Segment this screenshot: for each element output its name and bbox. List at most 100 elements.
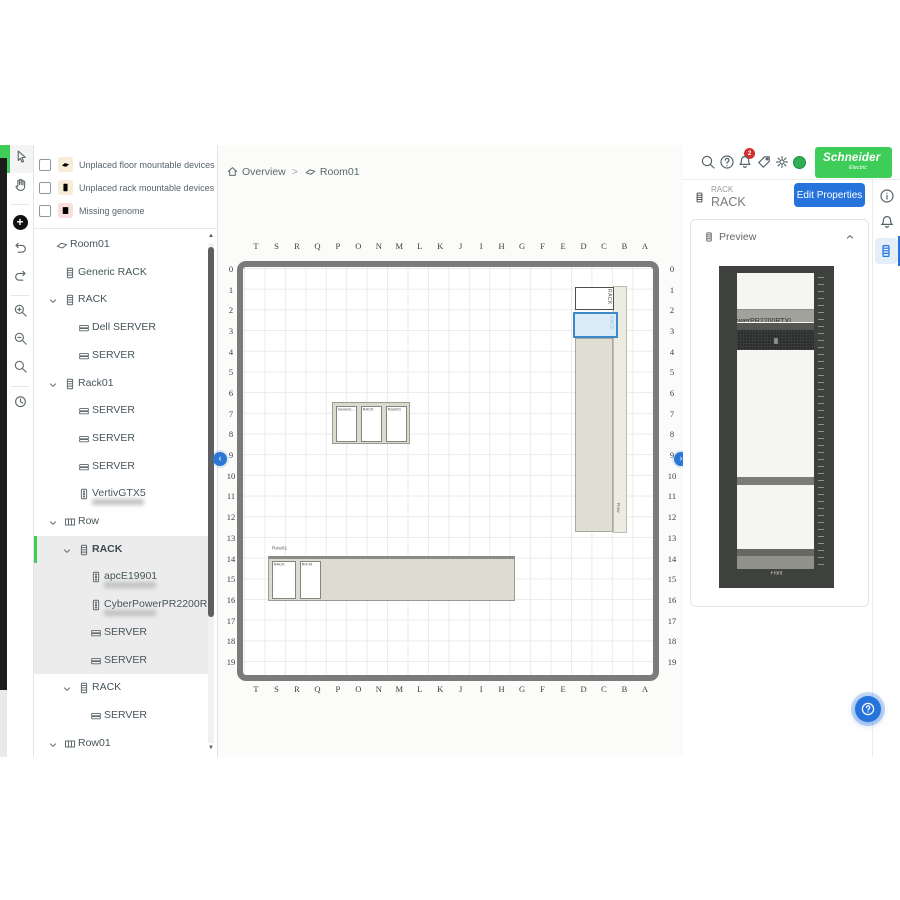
tree-item-generic-rack[interactable]: Generic RACK	[34, 259, 210, 287]
u-position-tick	[818, 501, 824, 502]
search-icon[interactable]	[700, 154, 716, 170]
tree-item-room01[interactable]: Room01	[34, 231, 210, 259]
tree-item-vertivgtx5[interactable]: VertivGTX5	[34, 480, 210, 508]
tree-item-apce19901[interactable]: apcE19901	[34, 563, 210, 591]
tool-add-button[interactable]: +	[7, 208, 33, 236]
grid-scale-label: Q	[310, 684, 324, 694]
rack-object[interactable]: Rack01	[386, 406, 407, 442]
tree-item-server[interactable]: SERVER	[34, 425, 210, 453]
chevron-down-icon[interactable]	[47, 294, 59, 306]
zoom-in-icon	[13, 303, 28, 323]
preview-header[interactable]: Preview	[691, 220, 868, 252]
tree-item-rack01[interactable]: Rack01	[34, 370, 210, 398]
tree-item-server[interactable]: SERVER	[34, 453, 210, 481]
tool-undo-button[interactable]	[7, 236, 33, 264]
u-position-tick	[818, 347, 824, 348]
page-scrollbar[interactable]	[0, 145, 7, 757]
chevron-down-icon[interactable]	[61, 544, 73, 556]
grid-scale-label: 7	[665, 409, 679, 419]
alarm-bell-icon[interactable]	[879, 214, 895, 230]
device-type-label: RACK	[711, 185, 733, 194]
tree-item-server[interactable]: SERVER	[34, 619, 210, 647]
tree-item-label: Dell SERVER	[92, 321, 156, 333]
page-scrollbar-thumb[interactable]	[0, 158, 7, 690]
scroll-up-icon[interactable]: ▲	[207, 233, 215, 239]
tool-zoom-in-button[interactable]	[7, 299, 33, 327]
rack-device-apce19901[interactable]: apcE19901	[737, 549, 814, 569]
tree-item-server[interactable]: SERVER	[34, 647, 210, 675]
rack-object[interactable]: RACK	[272, 561, 296, 599]
grid-scale-label: 13	[665, 533, 679, 543]
tree-item-server[interactable]: SERVER	[34, 397, 210, 425]
collapse-left-panel-handle[interactable]: ‹	[213, 452, 227, 466]
tree-item-cyberpowerpr2200r-[interactable]: CyberPowerPR2200R...	[34, 591, 210, 619]
chevron-down-icon[interactable]	[61, 682, 73, 694]
rack-object[interactable]: RH-bf	[300, 561, 321, 599]
grid-scale-label: T	[249, 684, 263, 694]
tool-select-button[interactable]	[7, 145, 33, 173]
tree-item-rack[interactable]: RACK	[34, 674, 210, 702]
tree-item-rack[interactable]: RACK	[34, 286, 210, 314]
device-name: RACK	[711, 195, 746, 209]
tree-item-row01[interactable]: Row01	[34, 730, 210, 757]
tab-rack-preview-active[interactable]	[875, 238, 898, 264]
grid-scale-label: 1	[665, 285, 679, 295]
filter-list: Unplaced floor mountable devicesUnplaced…	[34, 153, 217, 222]
gear-icon[interactable]	[774, 154, 790, 170]
u-position-tick	[818, 424, 824, 425]
checkbox[interactable]	[39, 205, 51, 217]
chevron-up-icon[interactable]	[844, 230, 856, 242]
rack-object-label: RACK	[606, 289, 612, 305]
info-icon[interactable]	[879, 188, 895, 204]
rack-object[interactable]: RACK	[575, 287, 614, 310]
tree-item-server[interactable]: SERVER	[34, 342, 210, 370]
server-icon	[89, 654, 103, 668]
rack-object[interactable]: Generic...	[336, 406, 357, 442]
grid-scale-label: 2	[665, 305, 679, 315]
tree-item-label: Generic RACK	[78, 266, 147, 278]
tool-zoom-reset-button[interactable]	[7, 355, 33, 383]
u-position-tick	[818, 473, 824, 474]
rack-device-server[interactable]: SERVER	[737, 323, 814, 350]
schneider-electric-logo[interactable]: Schneider Electric	[815, 147, 892, 178]
tool-zoom-out-button[interactable]	[7, 327, 33, 355]
help-floating-button[interactable]	[855, 696, 881, 722]
u-position-tick	[818, 543, 824, 544]
rack-cluster[interactable]: Generic...RACKRack01	[332, 402, 410, 444]
hand-icon	[13, 177, 28, 197]
tool-pan-button[interactable]	[7, 173, 33, 201]
floor-plan-canvas[interactable]: Overview > Room01 TTSSRRQQPPOONNMMLLKKJJ…	[218, 145, 683, 757]
tree-item-row[interactable]: Row	[34, 508, 210, 536]
tree-item-dell-server[interactable]: Dell SERVER	[34, 314, 210, 342]
rack-row-body[interactable]	[575, 338, 613, 532]
rack-device-cyberpowerpr2200rtxl[interactable]: CyberPowerPR2200RTXL	[737, 309, 814, 322]
undo-icon	[13, 240, 28, 260]
tag-icon[interactable]	[756, 154, 772, 170]
tree-scrollbar[interactable]: ▲ ▼	[207, 233, 215, 753]
grid-scale-label: 6	[665, 388, 679, 398]
grid-scale-label: 12	[224, 512, 238, 522]
chevron-down-icon[interactable]	[47, 738, 59, 750]
u-position-tick	[818, 375, 824, 376]
breadcrumb-overview-link[interactable]: Overview	[242, 166, 286, 178]
edit-properties-button[interactable]: Edit Properties	[794, 183, 865, 207]
rack-device-server[interactable]: SERVER	[737, 477, 814, 485]
chevron-down-icon[interactable]	[47, 516, 59, 528]
tool-history-button[interactable]	[7, 390, 33, 418]
checkbox[interactable]	[39, 182, 51, 194]
scroll-down-icon[interactable]: ▼	[207, 745, 215, 751]
rack-object[interactable]: RACK	[361, 406, 382, 442]
rack-object-selected[interactable]: RACK	[573, 312, 618, 338]
tree-scrollbar-thumb[interactable]	[208, 247, 214, 617]
grid-scale-label: C	[597, 684, 611, 694]
help-icon[interactable]	[719, 154, 735, 170]
grid-scale-label: 8	[224, 429, 238, 439]
account-avatar[interactable]	[793, 156, 806, 169]
tool-redo-button[interactable]	[7, 264, 33, 292]
chevron-down-icon[interactable]	[47, 378, 59, 390]
tree-item-server[interactable]: SERVER	[34, 702, 210, 730]
row-container-horizontal[interactable]: RACKRH-bf	[268, 556, 515, 601]
bell-icon[interactable]	[737, 154, 753, 170]
checkbox[interactable]	[39, 159, 51, 171]
tree-item-rack[interactable]: RACK	[34, 536, 210, 564]
